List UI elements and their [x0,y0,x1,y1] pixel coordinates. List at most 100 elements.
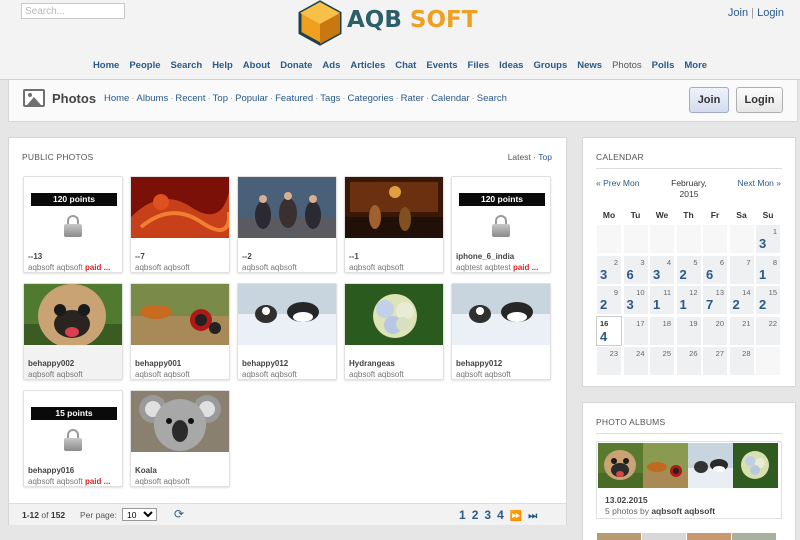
photo-caption[interactable]: iphone_6_india [456,252,550,261]
photo-thumbnail[interactable] [452,284,550,345]
nav-item-donate[interactable]: Donate [280,60,312,71]
author-name[interactable]: aqbsoft aqbsoft [28,370,83,379]
calendar-day[interactable]: 66 [702,254,728,285]
photo-thumbnail[interactable] [131,391,229,452]
photo-card[interactable]: --1 aqbsoft aqbsoft [344,176,444,273]
subnav-item-rater[interactable]: Rater [401,93,424,104]
photo-caption[interactable]: --13 [28,252,122,261]
photo-card[interactable]: 15 points behappy016 aqbsoft aqbsoft paid … [23,390,123,487]
nav-item-about[interactable]: About [243,60,270,71]
photo-caption[interactable]: behappy012 [242,359,336,368]
photo-card[interactable]: Hydrangeas aqbsoft aqbsoft [344,283,444,380]
photo-caption[interactable]: --1 [349,252,443,261]
calendar-day[interactable]: 12 1 [675,285,702,315]
nav-item-people[interactable]: People [129,60,160,71]
calendar-day[interactable]: 28 [728,346,755,376]
author-name[interactable]: aqbsoft aqbsoft [135,263,190,272]
photo-caption[interactable]: behappy002 [28,359,122,368]
tab-latest[interactable]: Latest [508,152,531,162]
subnav-item-popular[interactable]: Popular [235,93,268,104]
calendar-day[interactable]: 26 [675,346,702,376]
photo-count[interactable]: 6 [706,267,713,282]
photo-thumbnail[interactable] [131,284,229,345]
subnav-item-recent[interactable]: Recent [175,93,205,104]
album-card[interactable]: 13.02.2015 5 photos by aqbsoft aqbsoft [596,441,782,519]
subnav-item-calendar[interactable]: Calendar [431,93,470,104]
photo-card[interactable]: 120 points --13 aqbsoft aqbsoft paid ... [23,176,123,273]
author-name[interactable]: aqbsoft aqbsoft [28,263,83,272]
photo-card[interactable]: --7 aqbsoft aqbsoft [130,176,230,273]
author-name[interactable]: aqbsoft aqbsoft [349,263,404,272]
photo-count[interactable]: 2 [600,297,607,312]
photo-card[interactable]: 120 points iphone_6_india aqbtest aqbtest … [451,176,551,273]
subnav-item-search[interactable]: Search [477,93,507,104]
author-name[interactable]: aqbsoft aqbsoft [135,477,190,486]
subnav-item-tags[interactable]: Tags [320,93,340,104]
photo-count[interactable]: 3 [653,267,660,282]
photo-card[interactable]: behappy001 aqbsoft aqbsoft [130,283,230,380]
join-link[interactable]: Join [728,7,748,19]
next-month-link[interactable]: Next Mon » [738,178,781,188]
tab-top[interactable]: Top [538,152,552,162]
author-name[interactable]: aqbsoft aqbsoft [135,370,190,379]
nav-item-news[interactable]: News [577,60,602,71]
author-name[interactable]: aqbtest aqbtest [456,263,511,272]
page-link-4[interactable]: 4 [497,508,504,522]
nav-item-help[interactable]: Help [212,60,233,71]
login-button[interactable]: Login [736,87,783,113]
photo-caption[interactable]: behappy012 [456,359,550,368]
calendar-day[interactable]: 24 [622,346,649,376]
subnav-item-categories[interactable]: Categories [348,93,394,104]
nav-item-ads[interactable]: Ads [322,60,340,71]
author-name[interactable]: aqbsoft aqbsoft [28,477,83,486]
page-link-2[interactable]: 2 [472,508,479,522]
calendar-day[interactable]: 14 2 [728,285,755,315]
nav-item-more[interactable]: More [684,60,707,71]
nav-item-photos[interactable]: Photos [612,60,642,71]
album-author[interactable]: aqbsoft aqbsoft [651,506,715,516]
calendar-day[interactable]: 16 4 [596,315,622,346]
refresh-icon[interactable]: ⟳ [174,508,187,521]
author-name[interactable]: aqbsoft aqbsoft [456,370,511,379]
photo-count[interactable]: 7 [706,297,713,312]
calendar-day[interactable]: 13 [755,224,781,254]
nav-item-search[interactable]: Search [171,60,203,71]
photo-caption[interactable]: behappy016 [28,466,122,475]
skip-to-end-icon[interactable]: ⏭ [528,511,537,522]
photo-count[interactable]: 6 [627,267,634,282]
photo-count[interactable]: 2 [680,267,687,282]
calendar-day[interactable]: 15 2 [755,285,781,315]
photo-count[interactable]: 1 [759,267,766,282]
subnav-item-top[interactable]: Top [213,93,228,104]
photo-caption[interactable]: --2 [242,252,336,261]
photo-count[interactable]: 2 [733,297,740,312]
photo-thumbnail[interactable] [345,284,443,345]
photo-card[interactable]: Koala aqbsoft aqbsoft [130,390,230,487]
subnav-item-albums[interactable]: Albums [137,93,169,104]
fast-forward-icon[interactable]: ⏩ [510,511,522,522]
nav-item-home[interactable]: Home [93,60,119,71]
photo-thumbnail[interactable] [238,284,336,345]
photo-card[interactable]: behappy012 aqbsoft aqbsoft [237,283,337,380]
nav-item-articles[interactable]: Articles [350,60,385,71]
photo-caption[interactable]: --7 [135,252,229,261]
nav-item-polls[interactable]: Polls [652,60,675,71]
photo-card[interactable]: behappy002 aqbsoft aqbsoft [23,283,123,380]
subnav-item-home[interactable]: Home [104,93,129,104]
page-link-3[interactable]: 3 [484,508,491,522]
photo-caption[interactable]: Hydrangeas [349,359,443,368]
photo-thumbnail[interactable] [238,177,336,238]
nav-item-files[interactable]: Files [468,60,490,71]
calendar-day[interactable]: 43 [649,254,675,285]
photo-card[interactable]: behappy012 aqbsoft aqbsoft [451,283,551,380]
calendar-day[interactable]: 27 [702,346,728,376]
photo-thumbnail[interactable] [131,177,229,238]
author-name[interactable]: aqbsoft aqbsoft [349,370,404,379]
join-button[interactable]: Join [689,87,729,113]
calendar-day[interactable]: 13 7 [702,285,728,315]
photo-count[interactable]: 2 [759,297,766,312]
nav-item-groups[interactable]: Groups [533,60,567,71]
photo-caption[interactable]: behappy001 [135,359,229,368]
photo-caption[interactable]: Koala [135,466,229,475]
page-link-1[interactable]: 1 [459,508,466,522]
